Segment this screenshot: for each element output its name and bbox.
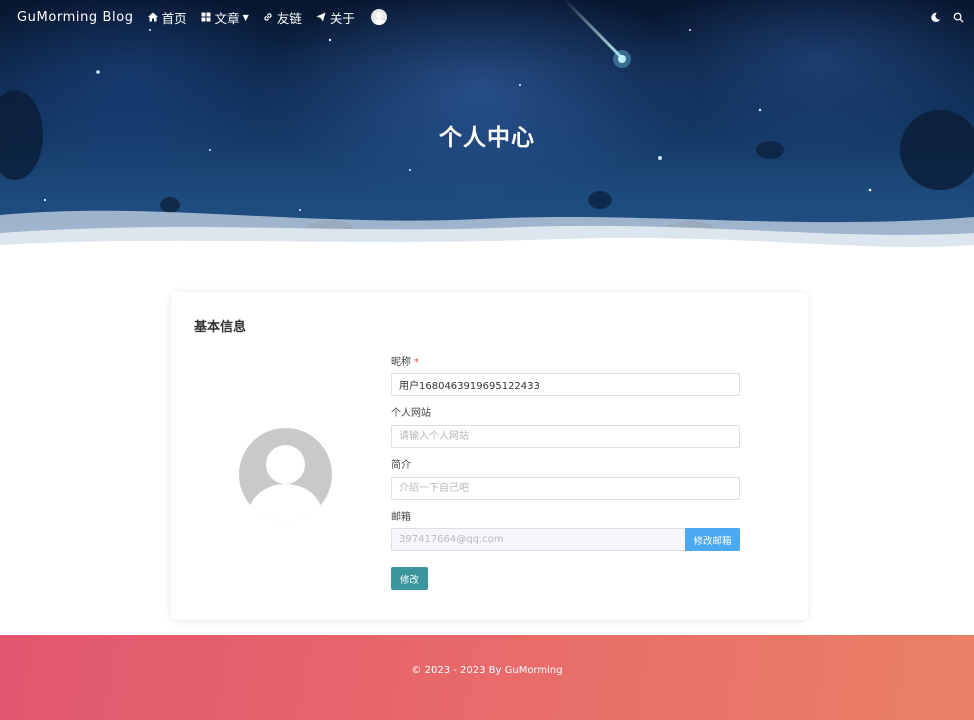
- website-input[interactable]: [391, 425, 740, 448]
- grid-icon: [201, 12, 211, 22]
- page-title: 个人中心: [439, 125, 535, 151]
- search-icon[interactable]: [953, 12, 964, 23]
- footer-copyright: © 2023 - 2023 By GuMorming: [411, 665, 563, 676]
- site-brand[interactable]: GuMorming Blog: [17, 10, 134, 25]
- email-label: 邮箱: [391, 512, 411, 523]
- nav-item-label: 关于: [329, 10, 355, 26]
- hero-banner: 个人中心: [0, 0, 974, 275]
- bio-field-group: 简介: [391, 459, 740, 500]
- caret-down-icon: ▼: [242, 12, 249, 22]
- nickname-field-group: 昵称 *: [391, 356, 740, 396]
- nav-item-label: 首页: [161, 10, 187, 26]
- profile-avatar[interactable]: [239, 428, 332, 521]
- profile-form: 昵称* 个人网站 简介 邮箱 修改邮箱 修改: [391, 356, 740, 590]
- nav-item-about[interactable]: 关于: [316, 8, 355, 27]
- website-field-group: 个人网站: [391, 407, 740, 448]
- submit-button[interactable]: 修改: [391, 567, 428, 590]
- website-label: 个人网站: [391, 408, 431, 419]
- required-mark: *: [414, 357, 419, 368]
- avatar-head-shape: [266, 445, 305, 484]
- change-email-button[interactable]: 修改邮箱: [685, 528, 740, 551]
- nav-item-label: 友链: [276, 10, 302, 26]
- link-icon: [264, 13, 272, 21]
- nav-menu: 首页 文章 ▼ 友链 关于: [147, 8, 387, 27]
- user-avatar[interactable]: [370, 9, 387, 25]
- moon-icon[interactable]: [930, 12, 941, 23]
- bio-label: 简介: [391, 460, 411, 471]
- bio-input[interactable]: [391, 477, 740, 500]
- send-icon: [316, 12, 326, 22]
- avatar-body-shape: [249, 484, 322, 521]
- nav-item-articles[interactable]: 文章 ▼: [201, 8, 249, 27]
- email-input-row: 修改邮箱: [391, 528, 740, 551]
- nav-tools: [930, 12, 964, 23]
- section-title: 基本信息: [194, 320, 247, 335]
- email-input: [391, 528, 685, 551]
- nav-item-label: 文章: [214, 10, 240, 26]
- nickname-label: 昵称 *: [391, 357, 419, 368]
- nav-item-friends[interactable]: 友链: [263, 8, 302, 27]
- nav-item-home[interactable]: 首页: [147, 8, 187, 27]
- site-footer: © 2023 - 2023 By GuMorming: [0, 635, 974, 720]
- hero-wave: [0, 210, 974, 275]
- top-navbar: GuMorming Blog 首页 文章 ▼ 友链 关于: [0, 0, 974, 34]
- email-field-group: 邮箱 修改邮箱: [391, 511, 740, 551]
- profile-card: 基本信息 昵称* 个人网站 简介 邮箱 修改邮箱 修改: [171, 292, 808, 620]
- nickname-input[interactable]: [391, 373, 740, 396]
- home-icon: [147, 12, 158, 22]
